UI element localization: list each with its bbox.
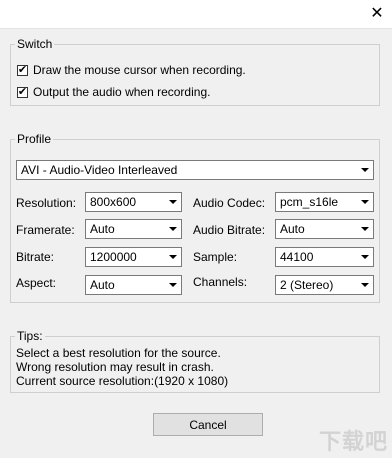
chevron-down-icon bbox=[356, 193, 373, 211]
tip-line: Select a best resolution for the source. bbox=[16, 346, 221, 360]
framerate-select[interactable]: Auto bbox=[85, 219, 182, 239]
switch-legend: Switch bbox=[17, 37, 53, 51]
draw-cursor-checkbox[interactable]: ✔ bbox=[17, 64, 28, 76]
output-audio-option[interactable]: ✔ Output the audio when recording. bbox=[17, 85, 210, 99]
title-bar bbox=[0, 0, 392, 28]
bitrate-value: 1200000 bbox=[90, 250, 137, 264]
bitrate-label: Bitrate: bbox=[16, 250, 55, 264]
framerate-label: Framerate: bbox=[16, 223, 75, 237]
chevron-down-icon bbox=[164, 220, 181, 238]
channels-value: 2 (Stereo) bbox=[280, 278, 334, 292]
framerate-value: Auto bbox=[90, 222, 115, 236]
audio-codec-value: pcm_s16le bbox=[280, 195, 339, 209]
resolution-select[interactable]: 800x600 bbox=[85, 192, 182, 212]
resolution-label: Resolution: bbox=[16, 196, 77, 210]
aspect-value: Auto bbox=[90, 278, 115, 292]
tip-line: Wrong resolution may result in crash. bbox=[16, 360, 214, 374]
tips-legend: Tips: bbox=[17, 329, 43, 343]
format-select[interactable]: AVI - Audio-Video Interleaved bbox=[16, 160, 374, 180]
format-value: AVI - Audio-Video Interleaved bbox=[21, 163, 178, 177]
sample-value: 44100 bbox=[280, 250, 314, 264]
audio-codec-label: Audio Codec: bbox=[193, 196, 266, 210]
sample-label: Sample: bbox=[193, 250, 238, 264]
draw-cursor-label: Draw the mouse cursor when recording. bbox=[33, 63, 246, 77]
chevron-down-icon bbox=[356, 220, 373, 238]
chevron-down-icon bbox=[164, 248, 181, 266]
chevron-down-icon bbox=[356, 248, 373, 266]
chevron-down-icon bbox=[356, 276, 373, 294]
close-icon: ✕ bbox=[370, 5, 384, 22]
chevron-down-icon bbox=[164, 193, 181, 211]
audio-bitrate-value: Auto bbox=[280, 222, 305, 236]
titlebar-divider bbox=[0, 28, 392, 29]
cancel-button[interactable]: Cancel bbox=[153, 413, 263, 436]
audio-bitrate-select[interactable]: Auto bbox=[275, 219, 374, 239]
sample-select[interactable]: 44100 bbox=[275, 247, 374, 267]
tip-line: Current source resolution:(1920 x 1080) bbox=[16, 374, 229, 388]
aspect-label: Aspect: bbox=[16, 276, 57, 290]
watermark-logo: 下载吧 bbox=[318, 429, 388, 454]
draw-cursor-option[interactable]: ✔ Draw the mouse cursor when recording. bbox=[17, 63, 246, 77]
profile-legend: Profile bbox=[17, 132, 52, 146]
output-audio-label: Output the audio when recording. bbox=[33, 85, 211, 99]
chevron-down-icon bbox=[356, 161, 373, 179]
channels-label: Channels: bbox=[193, 275, 248, 289]
audio-codec-select[interactable]: pcm_s16le bbox=[275, 192, 374, 212]
bitrate-select[interactable]: 1200000 bbox=[85, 247, 182, 267]
close-button[interactable]: ✕ bbox=[362, 0, 392, 26]
chevron-down-icon bbox=[164, 276, 181, 294]
audio-bitrate-label: Audio Bitrate: bbox=[193, 223, 266, 237]
resolution-value: 800x600 bbox=[90, 195, 137, 209]
output-audio-checkbox[interactable]: ✔ bbox=[17, 86, 28, 98]
aspect-select[interactable]: Auto bbox=[85, 275, 182, 295]
channels-select[interactable]: 2 (Stereo) bbox=[275, 275, 374, 295]
